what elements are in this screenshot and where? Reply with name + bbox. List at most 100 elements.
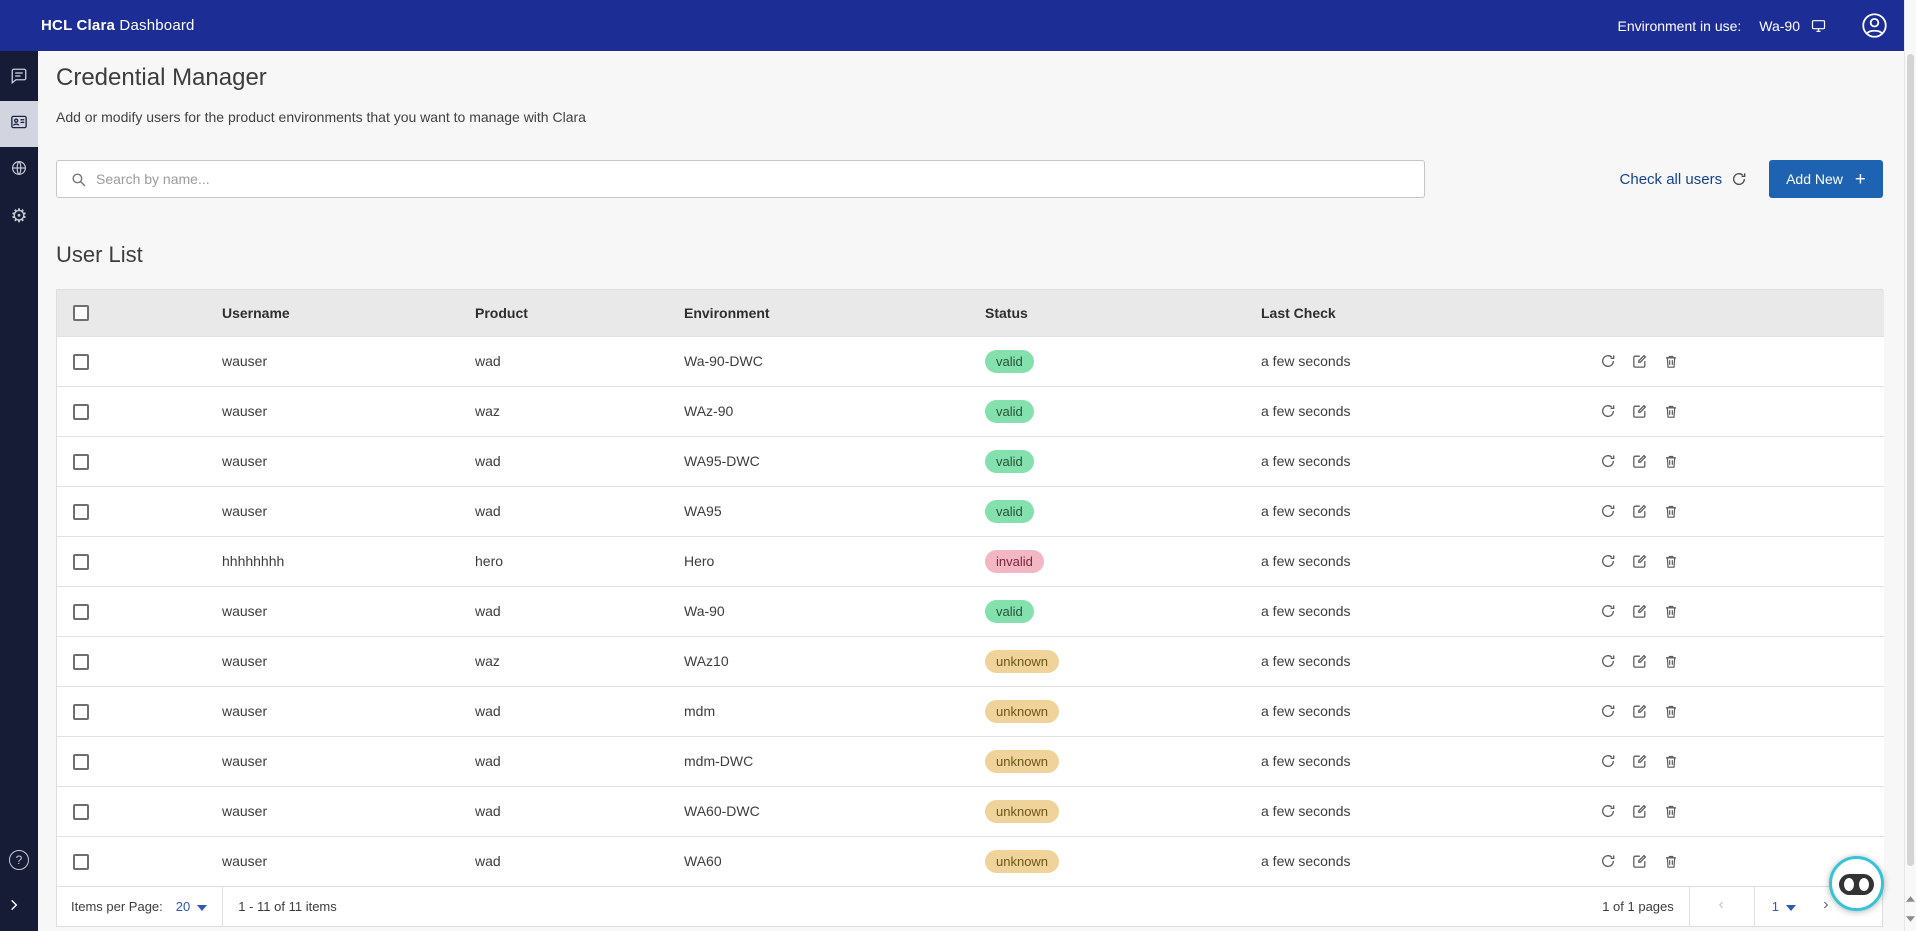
delete-icon[interactable] xyxy=(1663,653,1679,670)
row-checkbox[interactable] xyxy=(73,354,89,370)
table-row: wauser wad WA60-DWC unknown a few second… xyxy=(57,786,1884,836)
cell-last-check: a few seconds xyxy=(1261,336,1596,386)
row-checkbox[interactable] xyxy=(73,854,89,870)
col-header-last-check: Last Check xyxy=(1261,290,1596,336)
cell-product: wad xyxy=(475,786,684,836)
edit-icon[interactable] xyxy=(1631,553,1648,570)
row-checkbox[interactable] xyxy=(73,704,89,720)
table-row: wauser waz WAz10 unknown a few seconds xyxy=(57,636,1884,686)
refresh-icon[interactable] xyxy=(1731,171,1747,187)
sidebar-item-environments[interactable] xyxy=(0,147,38,193)
cell-last-check: a few seconds xyxy=(1261,436,1596,486)
cell-environment: WA60-DWC xyxy=(684,786,985,836)
search-box xyxy=(56,160,1425,198)
delete-icon[interactable] xyxy=(1663,853,1679,870)
main-content: Credential Manager Add or modify users f… xyxy=(38,51,1904,931)
brand-bold: HCL Clara xyxy=(41,17,115,34)
cell-username: wauser xyxy=(222,636,475,686)
edit-icon[interactable] xyxy=(1631,453,1648,470)
edit-icon[interactable] xyxy=(1631,803,1648,820)
refresh-icon[interactable] xyxy=(1600,803,1616,819)
row-actions xyxy=(1596,553,1884,570)
add-new-button[interactable]: Add New + xyxy=(1769,160,1883,198)
select-all-checkbox[interactable] xyxy=(73,305,89,321)
page-number-select[interactable]: 1 xyxy=(1772,899,1796,914)
sidebar-item-help[interactable]: ? xyxy=(0,837,38,883)
delete-icon[interactable] xyxy=(1663,753,1679,770)
table-row: wauser wad WA95-DWC valid a few seconds xyxy=(57,436,1884,486)
refresh-icon[interactable] xyxy=(1600,503,1616,519)
edit-icon[interactable] xyxy=(1631,353,1648,370)
edit-icon[interactable] xyxy=(1631,703,1648,720)
sidebar-item-credentials[interactable] xyxy=(0,101,38,147)
row-checkbox[interactable] xyxy=(73,654,89,670)
row-checkbox[interactable] xyxy=(73,604,89,620)
edit-icon[interactable] xyxy=(1631,603,1648,620)
refresh-icon[interactable] xyxy=(1600,353,1616,369)
refresh-icon[interactable] xyxy=(1600,553,1616,569)
delete-icon[interactable] xyxy=(1663,453,1679,470)
row-checkbox[interactable] xyxy=(73,454,89,470)
chatbot-launcher[interactable] xyxy=(1829,856,1884,911)
row-checkbox[interactable] xyxy=(73,554,89,570)
delete-icon[interactable] xyxy=(1663,353,1679,370)
user-table-body: wauser wad Wa-90-DWC valid a few seconds… xyxy=(57,336,1884,886)
status-badge: valid xyxy=(985,400,1034,423)
delete-icon[interactable] xyxy=(1663,553,1679,570)
environment-monitor-icon xyxy=(1810,18,1827,34)
cell-last-check: a few seconds xyxy=(1261,786,1596,836)
refresh-icon[interactable] xyxy=(1600,653,1616,669)
delete-icon[interactable] xyxy=(1663,403,1679,420)
refresh-icon[interactable] xyxy=(1600,453,1616,469)
edit-icon[interactable] xyxy=(1631,503,1648,520)
status-badge: unknown xyxy=(985,800,1059,823)
edit-icon[interactable] xyxy=(1631,403,1648,420)
row-actions xyxy=(1596,403,1884,420)
refresh-icon[interactable] xyxy=(1600,753,1616,769)
cell-username: wauser xyxy=(222,486,475,536)
delete-icon[interactable] xyxy=(1663,703,1679,720)
search-input[interactable] xyxy=(96,171,1424,187)
cell-environment: mdm xyxy=(684,686,985,736)
refresh-icon[interactable] xyxy=(1600,603,1616,619)
chevron-right-icon xyxy=(1821,898,1830,915)
sidebar-expand-button[interactable] xyxy=(0,883,38,931)
brand-regular: Dashboard xyxy=(119,17,194,34)
previous-page-button[interactable] xyxy=(1705,898,1739,915)
scroll-down-button[interactable] xyxy=(1905,911,1916,927)
row-checkbox[interactable] xyxy=(73,504,89,520)
table-row: wauser waz WAz-90 valid a few seconds xyxy=(57,386,1884,436)
row-checkbox[interactable] xyxy=(73,754,89,770)
items-per-page-select[interactable]: 20 xyxy=(176,899,207,914)
refresh-icon[interactable] xyxy=(1600,403,1616,419)
chevron-down-icon xyxy=(1786,899,1796,914)
edit-icon[interactable] xyxy=(1631,653,1648,670)
delete-icon[interactable] xyxy=(1663,803,1679,820)
cell-environment: WA95-DWC xyxy=(684,436,985,486)
delete-icon[interactable] xyxy=(1663,603,1679,620)
help-icon: ? xyxy=(9,850,29,870)
sidebar-item-settings[interactable]: ⚙ xyxy=(0,193,38,239)
cell-last-check: a few seconds xyxy=(1261,636,1596,686)
scrollbar-thumb[interactable] xyxy=(1907,54,1914,866)
sidebar-item-feedback[interactable] xyxy=(0,55,38,101)
cell-product: wad xyxy=(475,586,684,636)
current-page-value: 1 xyxy=(1772,899,1779,914)
user-avatar-icon[interactable] xyxy=(1861,12,1888,39)
scroll-up-button[interactable] xyxy=(1905,891,1916,907)
page-scrollbar[interactable] xyxy=(1904,0,1916,931)
edit-icon[interactable] xyxy=(1631,753,1648,770)
row-actions xyxy=(1596,803,1884,820)
cell-environment: Hero xyxy=(684,536,985,586)
row-checkbox[interactable] xyxy=(73,404,89,420)
refresh-icon[interactable] xyxy=(1600,703,1616,719)
items-range-text: 1 - 11 of 11 items xyxy=(238,899,337,914)
cell-username: wauser xyxy=(222,836,475,886)
row-checkbox[interactable] xyxy=(73,804,89,820)
refresh-icon[interactable] xyxy=(1600,853,1616,869)
edit-icon[interactable] xyxy=(1631,853,1648,870)
row-actions xyxy=(1596,503,1884,520)
check-all-users-link[interactable]: Check all users xyxy=(1620,171,1723,188)
toolbar: Check all users Add New + xyxy=(56,160,1883,198)
delete-icon[interactable] xyxy=(1663,503,1679,520)
